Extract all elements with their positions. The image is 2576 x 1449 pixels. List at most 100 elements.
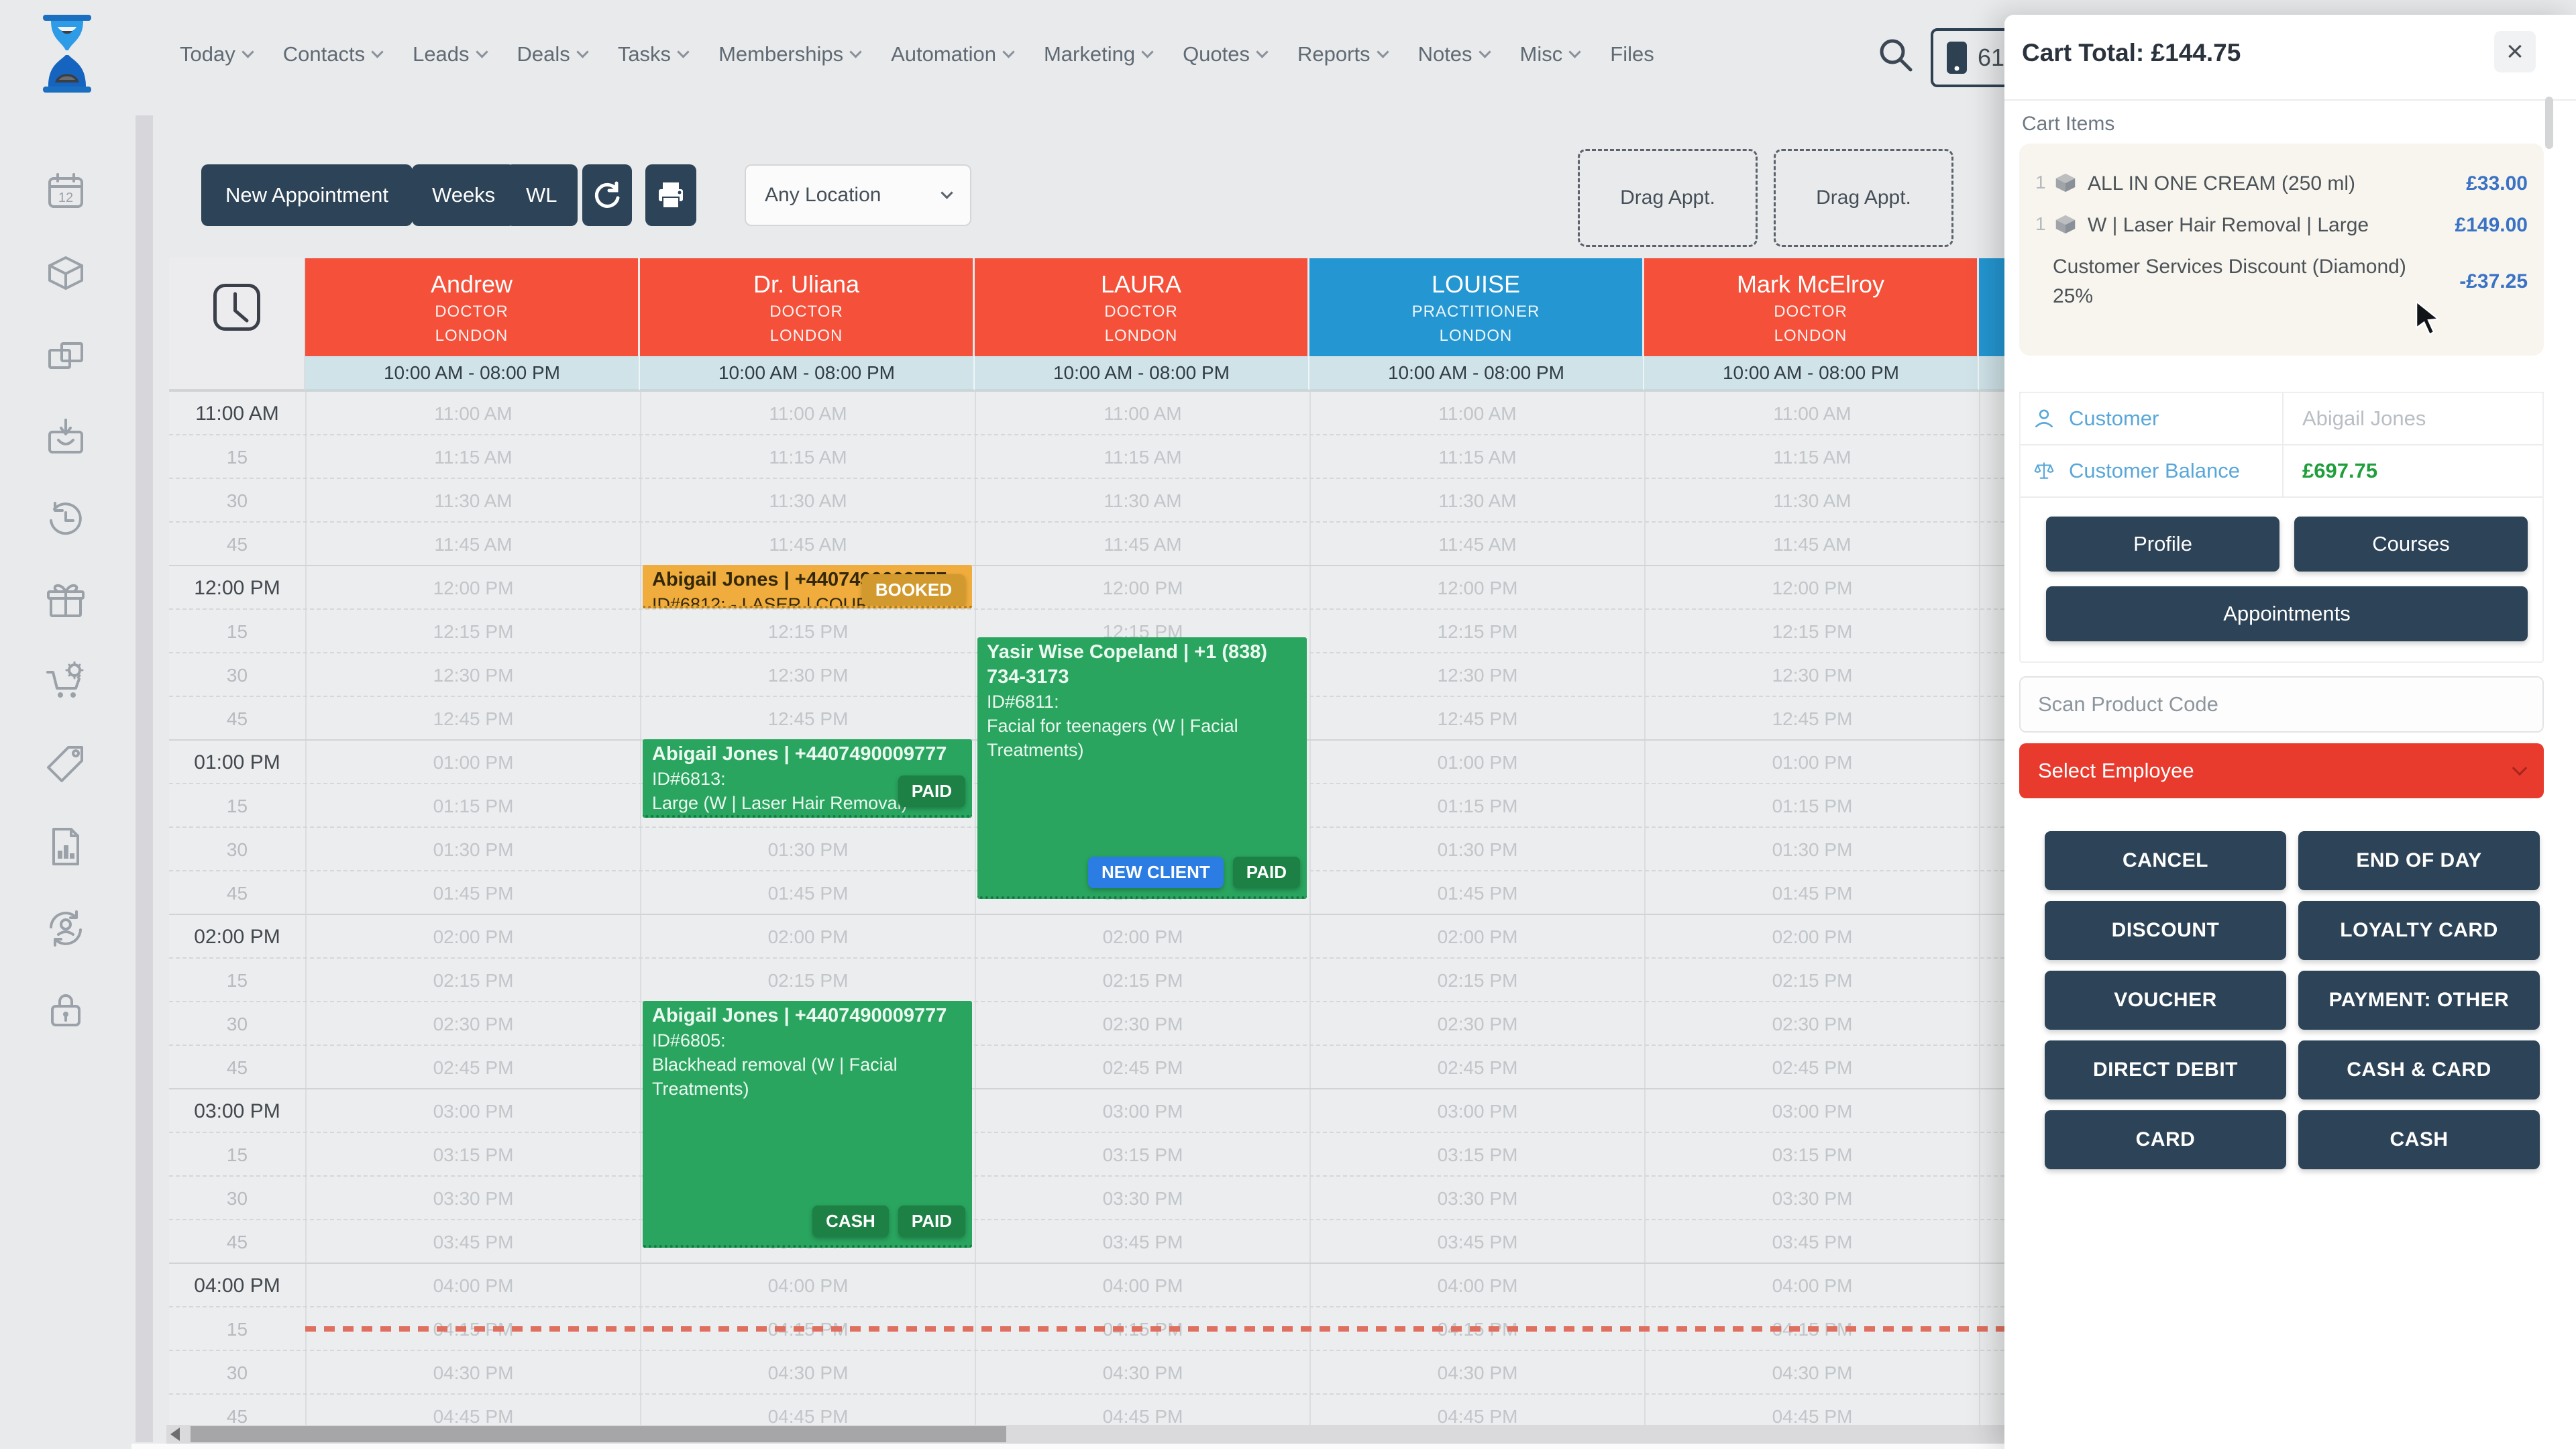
select-employee-dropdown[interactable]: Select Employee — [2019, 743, 2544, 798]
staff-column-header-laura[interactable]: LAURADOCTORLONDON — [975, 258, 1309, 356]
appointment-abigail-jones[interactable]: Abigail Jones | +4407490009777ID#6805:Bl… — [643, 1001, 972, 1248]
staff-column-header-dr-uliana[interactable]: Dr. UlianaDOCTORLONDON — [640, 258, 975, 356]
calendar-slot[interactable]: 01:30 PM — [1979, 828, 2004, 871]
calendar-slot[interactable]: 11:15 AM — [305, 435, 640, 479]
calendar-slot[interactable]: 11:15 AM — [640, 435, 975, 479]
calendar-slot[interactable]: 01:45 PM — [1309, 871, 1644, 915]
calendar-icon[interactable]: 12 — [44, 170, 87, 213]
calendar-slot[interactable]: 12:45 PM — [305, 697, 640, 741]
staff-column-header-louise[interactable]: LOUISEPRACTITIONERLONDON — [1309, 258, 1644, 356]
calendar-slot[interactable]: 03:45 PM — [1979, 1220, 2004, 1264]
cart-gear-icon[interactable] — [44, 661, 87, 704]
calendar-slot[interactable]: 03:30 PM — [305, 1177, 640, 1220]
calendar-slot[interactable]: 02:30 PM — [975, 1002, 1309, 1046]
nav-item-contacts[interactable]: Contacts — [283, 42, 382, 66]
calendar-slot[interactable]: 03:15 PM — [305, 1133, 640, 1177]
calendar-slot[interactable]: 12:45 PM — [1979, 697, 2004, 741]
calendar-slot[interactable]: 12:30 PM — [1309, 653, 1644, 697]
calendar-slot[interactable]: 02:00 PM — [975, 915, 1309, 959]
calendar-slot[interactable]: 12:15 PM — [1309, 610, 1644, 653]
nav-item-memberships[interactable]: Memberships — [718, 42, 860, 66]
calendar-slot[interactable]: 01:45 PM — [305, 871, 640, 915]
hourglass-logo-icon[interactable] — [39, 13, 95, 94]
calendar-slot[interactable]: 01:00 PM — [1644, 741, 1979, 784]
calendar-slot[interactable]: 12:15 PM — [305, 610, 640, 653]
calendar-slot[interactable]: 02:00 PM — [1979, 915, 2004, 959]
calendar-slot[interactable]: 11:30 AM — [1644, 479, 1979, 523]
nav-item-quotes[interactable]: Quotes — [1183, 42, 1267, 66]
calendar-slot[interactable]: 03:00 PM — [975, 1089, 1309, 1133]
calendar-slot[interactable]: 04:00 PM — [1644, 1264, 1979, 1307]
calendar-slot[interactable]: 03:15 PM — [1309, 1133, 1644, 1177]
nav-item-reports[interactable]: Reports — [1297, 42, 1387, 66]
calendar-slot[interactable]: 03:45 PM — [305, 1220, 640, 1264]
calendar-slot[interactable]: 12:15 PM — [1644, 610, 1979, 653]
calendar-slot[interactable]: 04:30 PM — [1979, 1351, 2004, 1395]
calendar-slot[interactable]: 04:00 PM — [305, 1264, 640, 1307]
calendar-slot[interactable]: 01:00 PM — [305, 741, 640, 784]
calendar-slot[interactable]: 02:15 PM — [1644, 959, 1979, 1002]
calendar-slot[interactable]: 02:45 PM — [975, 1046, 1309, 1089]
calendar-slot[interactable]: 11:45 AM — [975, 523, 1309, 566]
payment-button-loyalty-card[interactable]: LOYALTY CARD — [2298, 901, 2540, 960]
calendar-slot[interactable]: 01:15 PM — [1644, 784, 1979, 828]
calendar-slot[interactable]: 01:30 PM — [1309, 828, 1644, 871]
calendar-import-icon[interactable] — [44, 416, 87, 459]
payment-button-payment-other[interactable]: PAYMENT: OTHER — [2298, 971, 2540, 1030]
calendar-slot[interactable]: 02:15 PM — [1979, 959, 2004, 1002]
calendar-slot[interactable]: 02:30 PM — [1644, 1002, 1979, 1046]
calendar-slot[interactable]: 12:30 PM — [305, 653, 640, 697]
calendar-slot[interactable]: 11:30 AM — [305, 479, 640, 523]
refresh-icon[interactable] — [582, 164, 632, 226]
customer-name-value[interactable]: Abigail Jones — [2302, 407, 2426, 431]
calendar-slot[interactable]: 02:15 PM — [975, 959, 1309, 1002]
calendar-slot[interactable]: 03:30 PM — [1979, 1177, 2004, 1220]
calendar-slot[interactable]: 03:30 PM — [1644, 1177, 1979, 1220]
calendar-slot[interactable]: 04:00 PM — [1309, 1264, 1644, 1307]
calendar-slot[interactable]: 11:15 AM — [1979, 435, 2004, 479]
calendar-slot[interactable]: 12:30 PM — [1644, 653, 1979, 697]
calendar-slot[interactable]: 11:45 AM — [1309, 523, 1644, 566]
staff-column-header-x[interactable] — [1979, 258, 2004, 356]
calendar-slot[interactable]: 04:30 PM — [640, 1351, 975, 1395]
calendar-slot[interactable]: 11:00 AM — [975, 392, 1309, 435]
customer-row[interactable]: Customer Abigail Jones — [2021, 393, 2542, 445]
search-icon[interactable] — [1876, 35, 1916, 75]
calendar-slot[interactable]: 01:15 PM — [1979, 784, 2004, 828]
calendar-slot[interactable]: 02:30 PM — [1979, 1002, 2004, 1046]
calendar-slot[interactable]: 01:45 PM — [1979, 871, 2004, 915]
calendar-slot[interactable]: 12:15 PM — [1979, 610, 2004, 653]
calendar-slot[interactable]: 03:45 PM — [1644, 1220, 1979, 1264]
payment-button-card[interactable]: CARD — [2045, 1110, 2286, 1169]
copy-icon[interactable] — [44, 334, 87, 377]
price-tag-icon[interactable] — [44, 743, 87, 786]
payment-button-direct-debit[interactable]: DIRECT DEBIT — [2045, 1040, 2286, 1099]
calendar-slot[interactable]: 04:00 PM — [640, 1264, 975, 1307]
calendar-slot[interactable]: 11:15 AM — [1644, 435, 1979, 479]
payment-button-cash-card[interactable]: CASH & CARD — [2298, 1040, 2540, 1099]
calendar-slot[interactable]: 01:15 PM — [1309, 784, 1644, 828]
drag-appointment-slot[interactable]: Drag Appt. — [1578, 149, 1758, 247]
profile-button[interactable]: Profile — [2046, 517, 2279, 572]
calendar-slot[interactable]: 11:00 AM — [1309, 392, 1644, 435]
calendar-slot[interactable]: 03:00 PM — [1644, 1089, 1979, 1133]
nav-item-today[interactable]: Today — [180, 42, 252, 66]
calendar-slot[interactable]: 01:00 PM — [1979, 741, 2004, 784]
calendar-slot[interactable]: 02:45 PM — [305, 1046, 640, 1089]
calendar-slot[interactable]: 02:00 PM — [305, 915, 640, 959]
calendar-slot[interactable]: 03:15 PM — [1979, 1133, 2004, 1177]
drag-appointment-slot[interactable]: Drag Appt. — [1774, 149, 1953, 247]
nav-item-leads[interactable]: Leads — [413, 42, 486, 66]
calendar-slot[interactable]: 02:30 PM — [305, 1002, 640, 1046]
calendar-slot[interactable]: 01:15 PM — [305, 784, 640, 828]
calendar-slot[interactable]: 03:00 PM — [305, 1089, 640, 1133]
nav-item-deals[interactable]: Deals — [517, 42, 587, 66]
report-icon[interactable] — [44, 825, 87, 868]
calendar-slot[interactable]: 02:00 PM — [1309, 915, 1644, 959]
close-icon[interactable]: × — [2494, 31, 2536, 72]
nav-item-tasks[interactable]: Tasks — [618, 42, 688, 66]
calendar-slot[interactable]: 03:00 PM — [1979, 1089, 2004, 1133]
calendar-slot[interactable]: 11:00 AM — [305, 392, 640, 435]
staff-column-header-andrew[interactable]: AndrewDOCTORLONDON — [305, 258, 640, 356]
calendar-slot[interactable]: 12:00 PM — [305, 566, 640, 610]
